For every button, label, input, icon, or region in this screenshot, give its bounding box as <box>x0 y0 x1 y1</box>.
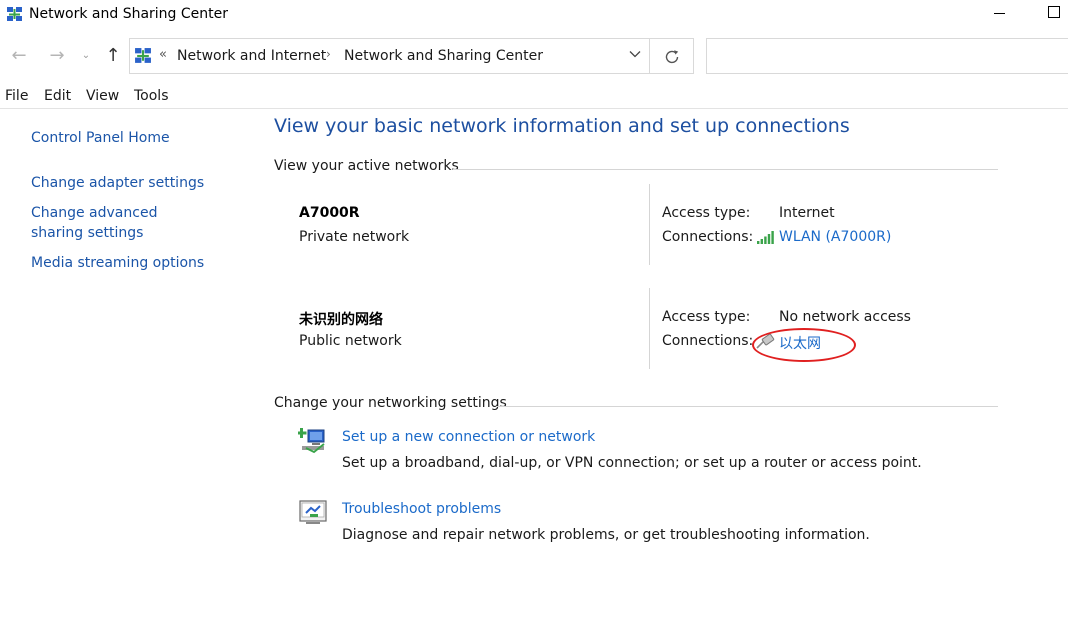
sidebar-item-media-streaming-options[interactable]: Media streaming options <box>31 253 231 273</box>
network-name: A7000R <box>299 205 360 221</box>
sidebar-item-control-panel-home[interactable]: Control Panel Home <box>31 128 231 148</box>
network-divider <box>649 184 650 265</box>
menu-tools[interactable]: Tools <box>134 88 169 104</box>
networking-settings-header: Change your networking settings <box>274 395 507 411</box>
network-divider <box>649 288 650 369</box>
sidebar-item-change-adapter-settings[interactable]: Change adapter settings <box>31 173 231 193</box>
search-input[interactable] <box>707 39 1068 73</box>
setup-new-connection-link[interactable]: Set up a new connection or network <box>342 429 595 445</box>
connection-link-wlan[interactable]: WLAN (A7000R) <box>779 229 891 245</box>
maximize-button[interactable] <box>1048 6 1060 18</box>
menu-file[interactable]: File <box>5 88 28 104</box>
forward-arrow-icon[interactable]: → <box>46 44 68 68</box>
breadcrumb-network-and-internet[interactable]: Network and Internet <box>177 48 326 64</box>
troubleshoot-icon <box>299 500 327 524</box>
address-bar[interactable]: « Network and Internet › Network and Sha… <box>129 38 650 74</box>
active-networks-header: View your active networks <box>274 158 459 174</box>
network-name: 未识别的网络 <box>299 312 383 328</box>
section-divider <box>453 169 998 170</box>
new-connection-icon <box>298 428 325 454</box>
sidebar-item-change-advanced-sharing-settings[interactable]: Change advanced sharing settings <box>31 203 211 243</box>
wifi-signal-icon <box>757 231 774 244</box>
page-title: View your basic network information and … <box>274 115 850 137</box>
menu-view[interactable]: View <box>86 88 119 104</box>
troubleshoot-problems-link[interactable]: Troubleshoot problems <box>342 501 501 517</box>
search-box[interactable] <box>706 38 1068 74</box>
troubleshoot-problems-description: Diagnose and repair network problems, or… <box>342 527 870 543</box>
back-arrow-icon[interactable]: ← <box>8 44 30 68</box>
access-type-value: Internet <box>779 205 835 221</box>
network-center-icon <box>135 48 151 63</box>
refresh-icon <box>665 50 679 64</box>
section-divider <box>496 406 998 407</box>
network-category: Public network <box>299 333 402 349</box>
access-type-label: Access type: <box>662 205 751 221</box>
navigation-bar: ← → ⌄ ↑ « Network and Internet › Network… <box>0 36 1068 76</box>
breadcrumb-separator[interactable]: › <box>326 47 331 61</box>
refresh-button[interactable] <box>650 38 694 74</box>
access-type-value: No network access <box>779 309 911 325</box>
menu-bar: File Edit View Tools <box>0 86 1068 109</box>
connections-label: Connections: <box>662 229 754 245</box>
minimize-button[interactable] <box>990 2 1010 24</box>
network-category: Private network <box>299 229 410 245</box>
access-type-label: Access type: <box>662 309 751 325</box>
setup-new-connection-description: Set up a broadband, dial-up, or VPN conn… <box>342 455 922 471</box>
chevron-down-icon[interactable] <box>629 48 641 60</box>
breadcrumb-overflow[interactable]: « <box>159 47 167 62</box>
window-title: Network and Sharing Center <box>29 6 229 22</box>
title-bar: Network and Sharing Center <box>0 0 1068 30</box>
connections-label: Connections: <box>662 333 754 349</box>
breadcrumb-network-and-sharing-center[interactable]: Network and Sharing Center <box>344 48 543 64</box>
menu-edit[interactable]: Edit <box>44 88 71 104</box>
up-arrow-icon[interactable]: ↑ <box>102 44 124 68</box>
recent-locations-chevron-icon[interactable]: ⌄ <box>78 44 94 68</box>
network-center-icon <box>7 7 22 21</box>
highlight-ring-annotation <box>752 328 856 362</box>
